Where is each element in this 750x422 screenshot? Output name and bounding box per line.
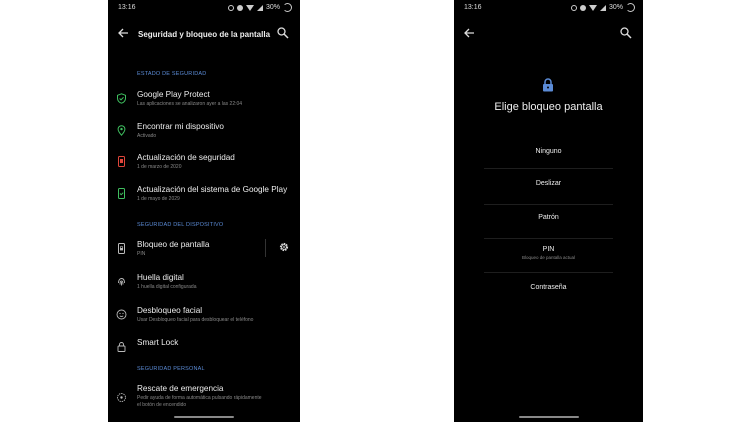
settings-item-emergency-rescue[interactable]: Rescate de emergencia Pedir ayuda de for… — [108, 383, 300, 417]
status-time: 13:16 — [464, 4, 482, 11]
lock-option-password[interactable]: Contraseña — [484, 274, 613, 312]
lock-icon — [117, 342, 126, 352]
dnd-icon — [579, 4, 586, 11]
fingerprint-icon — [118, 278, 125, 286]
wifi-icon — [245, 4, 254, 11]
divider — [265, 239, 266, 257]
gear-icon[interactable] — [278, 241, 290, 253]
settings-item-smart-lock[interactable]: Smart Lock — [108, 337, 300, 363]
item-title: Actualización del sistema de Google Play — [137, 185, 288, 194]
item-title: Actualización de seguridad — [137, 153, 235, 162]
item-title: Google Play Protect — [137, 90, 210, 99]
signal-icon — [256, 4, 263, 11]
option-label: PIN — [542, 246, 555, 253]
sos-icon — [117, 393, 126, 402]
option-sublabel: Bloqueo de pantalla actual — [521, 255, 576, 260]
app-bar: Seguridad y bloqueo de la pantalla — [108, 24, 300, 46]
item-subtitle: PIN — [137, 251, 146, 257]
settings-item-fingerprint[interactable]: Huella digital 1 huella digital configur… — [108, 272, 300, 298]
settings-item-play-system-update[interactable]: Actualización del sistema de Google Play… — [108, 184, 300, 210]
divider — [484, 272, 613, 273]
battery-icon — [626, 3, 635, 12]
lock-option-swipe[interactable]: Deslizar — [484, 170, 613, 208]
page-title: Seguridad y bloqueo de la pantalla — [138, 30, 271, 39]
battery-percent: 30% — [608, 4, 623, 11]
alarm-icon — [227, 4, 234, 11]
item-title: Encontrar mi dispositivo — [137, 122, 224, 131]
divider — [484, 168, 613, 169]
item-title: Rescate de emergencia — [137, 384, 224, 393]
status-bar: 13:16 30% — [454, 0, 643, 16]
back-arrow-icon[interactable] — [462, 26, 476, 40]
status-time: 13:16 — [118, 4, 136, 11]
choose-screen-lock-screen: 13:16 30% Elige bloqueo pantalla Ninguno… — [454, 0, 643, 422]
wifi-icon — [588, 4, 597, 11]
item-subtitle: Activado — [137, 133, 157, 139]
section-header-personal: SEGURIDAD PERSONAL — [137, 366, 205, 372]
battery-percent: 30% — [265, 4, 280, 11]
option-label: Ninguno — [535, 148, 562, 155]
gesture-nav-bar[interactable] — [174, 416, 234, 418]
option-label: Deslizar — [535, 180, 562, 187]
option-label: Patrón — [538, 214, 559, 221]
item-subtitle: Las aplicaciones se analizaron ayer a la… — [137, 101, 243, 107]
item-subtitle: 1 de mayo de 2029 — [137, 196, 180, 202]
item-title: Desbloqueo facial — [137, 306, 203, 315]
settings-item-screen-lock[interactable]: Bloqueo de pantalla PIN — [108, 239, 300, 265]
lock-option-pin[interactable]: PIN Bloqueo de pantalla actual — [484, 236, 613, 274]
item-title: Bloqueo de pantalla — [137, 240, 210, 249]
gesture-nav-bar[interactable] — [518, 416, 579, 418]
back-arrow-icon[interactable] — [116, 26, 130, 40]
signal-icon — [599, 4, 606, 11]
settings-item-play-protect[interactable]: Google Play Protect Las aplicaciones se … — [108, 89, 300, 115]
phone-lock-icon — [118, 243, 125, 254]
status-bar: 13:16 30% — [108, 0, 300, 16]
alarm-icon — [570, 4, 577, 11]
app-bar — [454, 24, 643, 46]
settings-item-security-update[interactable]: Actualización de seguridad 1 de marzo de… — [108, 152, 300, 178]
phone-update-icon — [118, 188, 125, 199]
section-header-estado: ESTADO DE SEGURIDAD — [137, 71, 207, 77]
search-icon[interactable] — [619, 26, 633, 40]
phone-alert-icon — [118, 156, 125, 167]
lock-icon — [543, 78, 553, 92]
shield-check-icon — [117, 93, 126, 104]
search-icon[interactable] — [276, 26, 290, 40]
battery-icon — [283, 3, 292, 12]
item-subtitle: 1 huella digital configurada — [137, 284, 197, 290]
item-subtitle: Usar Desbloqueo facial para desbloquear … — [137, 317, 254, 323]
section-header-dispositivo: SEGURIDAD DEL DISPOSITIVO — [137, 222, 224, 228]
option-label: Contraseña — [530, 284, 567, 291]
page-title: Elige bloqueo pantalla — [494, 101, 603, 113]
item-title: Smart Lock — [137, 338, 179, 347]
security-settings-screen: 13:16 30% Seguridad y bloqueo de la pant… — [108, 0, 300, 422]
settings-item-face-unlock[interactable]: Desbloqueo facial Usar Desbloqueo facial… — [108, 305, 300, 331]
item-subtitle: Pedir ayuda de forma automática pulsando… — [137, 395, 262, 401]
face-icon — [116, 309, 127, 320]
location-pin-icon — [117, 125, 126, 136]
item-subtitle: 1 de marzo de 2020 — [137, 164, 182, 170]
item-subtitle-line2: el botón de encendido — [137, 402, 187, 408]
item-title: Huella digital — [137, 273, 184, 282]
settings-item-find-device[interactable]: Encontrar mi dispositivo Activado — [108, 121, 300, 147]
dnd-icon — [236, 4, 243, 11]
